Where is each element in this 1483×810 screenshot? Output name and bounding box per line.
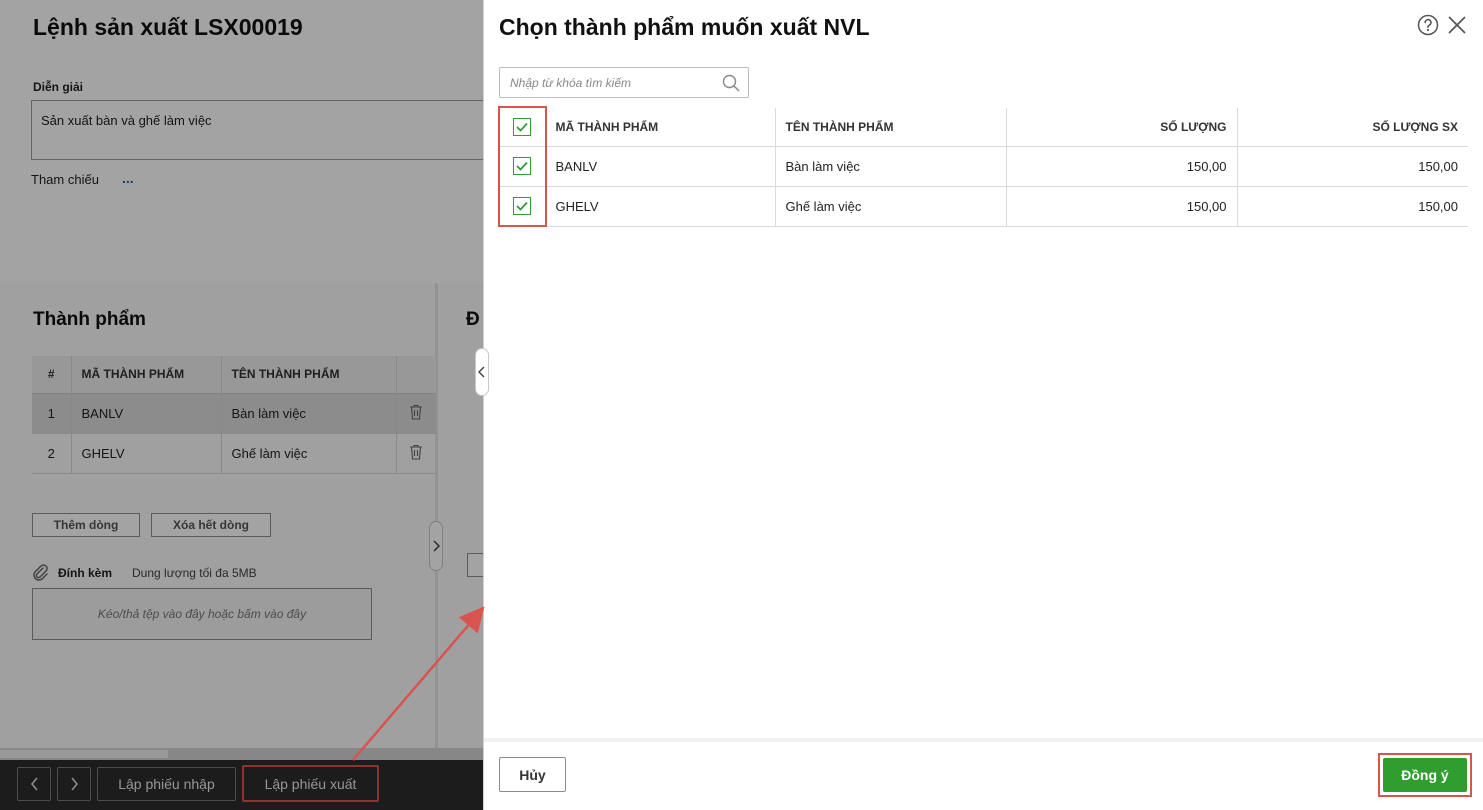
row-product-name: Ghế làm việc [774,186,1006,227]
row-product-code: BANLV [70,393,221,434]
row-production-quantity: 150,00 [1236,146,1468,187]
row-product-name: Bàn làm việc [774,146,1006,187]
select-all-checkbox-cell[interactable] [499,108,545,147]
row-product-code: GHELV [70,433,221,474]
select-all-checkbox[interactable] [512,117,531,136]
chevron-left-icon [30,777,38,791]
row-index: 1 [32,393,71,434]
next-record-button[interactable] [57,767,91,801]
products-section-title: Thành phẩm [33,309,146,330]
search-box[interactable] [499,67,749,98]
col-quantity: SỐ LƯỢNG [1005,108,1237,147]
close-icon[interactable] [1447,15,1467,35]
products-table: # MÃ THÀNH PHẨM TÊN THÀNH PHẨM 1 BANLV B… [32,356,436,474]
row-checkbox-cell[interactable] [499,146,545,187]
checkmark-icon [516,201,528,211]
row-checkbox[interactable] [512,197,531,215]
row-production-quantity: 150,00 [1236,186,1468,227]
horizontal-scrollbar[interactable] [0,748,483,760]
scrollbar-thumb[interactable] [0,750,168,758]
table-row[interactable]: GHELV Ghế làm việc 150,00 150,00 [499,186,1468,227]
description-label: Diễn giải [33,80,84,94]
row-product-code: GHELV [544,186,775,227]
select-product-modal: Chọn thành phẩm muốn xuất NVL MÃ THÀNH P… [483,0,1483,810]
prev-record-button[interactable] [17,767,51,801]
add-row-button[interactable]: Thêm dòng [32,513,140,537]
attachment-label: Đính kèm [58,566,113,580]
help-icon[interactable] [1417,14,1439,36]
reference-link[interactable]: ... [122,170,134,186]
modal-footer-divider [484,738,1483,742]
col-index: # [32,356,71,394]
delete-row-button[interactable] [395,393,436,434]
search-input[interactable] [500,68,710,97]
row-index: 2 [32,433,71,474]
col-actions [395,356,436,394]
table-row[interactable]: BANLV Bàn làm việc 150,00 150,00 [499,146,1468,187]
col-product-code: MÃ THÀNH PHẨM [544,108,775,147]
file-dropzone[interactable]: Kéo/thả tệp vào đây hoặc bấm vào đây [32,588,372,640]
collapse-modal-handle[interactable] [475,348,489,396]
chevron-right-icon [70,777,78,791]
table-row[interactable]: 1 BANLV Bàn làm việc [32,393,436,434]
expand-panel-handle[interactable] [429,521,443,571]
partial-field [467,553,483,577]
page-title: Lệnh sản xuất LSX00019 [33,14,303,40]
row-quantity: 150,00 [1005,146,1237,187]
row-product-code: BANLV [544,146,775,187]
col-product-name: TÊN THÀNH PHẨM [220,356,396,394]
materials-section-title: Đ [466,309,480,330]
col-production-quantity: SỐ LƯỢNG SX [1236,108,1468,147]
create-export-slip-button[interactable]: Lập phiếu xuất [242,765,379,802]
search-icon[interactable] [722,74,740,92]
table-row[interactable]: 2 GHELV Ghế làm việc [32,433,436,474]
row-product-name: Ghế làm việc [220,433,396,474]
paperclip-icon [33,564,48,581]
chevron-left-icon [478,366,485,378]
col-product-code: MÃ THÀNH PHẨM [70,356,221,394]
clear-rows-button[interactable]: Xóa hết dòng [151,513,271,537]
cancel-button[interactable]: Hủy [499,757,566,792]
modal-title: Chọn thành phẩm muốn xuất NVL [499,14,870,40]
trash-icon [410,404,423,420]
row-quantity: 150,00 [1005,186,1237,227]
row-checkbox[interactable] [512,157,531,175]
product-selection-table: MÃ THÀNH PHẨM TÊN THÀNH PHẨM SỐ LƯỢNG SỐ… [499,108,1468,227]
col-product-name: TÊN THÀNH PHẨM [774,108,1006,147]
trash-icon [410,444,423,460]
delete-row-button[interactable] [395,433,436,474]
reference-label: Tham chiếu [31,172,99,187]
attachment-limit: Dung lượng tối đa 5MB [132,566,257,580]
confirm-button[interactable]: Đồng ý [1383,758,1467,792]
checkmark-icon [516,161,528,171]
row-product-name: Bàn làm việc [220,393,396,434]
checkmark-icon [516,122,528,132]
description-field[interactable]: Sản xuất bàn và ghế làm việc [31,100,501,160]
chevron-right-icon [433,540,440,552]
row-checkbox-cell[interactable] [499,186,545,227]
create-import-slip-button[interactable]: Lập phiếu nhập [97,767,236,801]
